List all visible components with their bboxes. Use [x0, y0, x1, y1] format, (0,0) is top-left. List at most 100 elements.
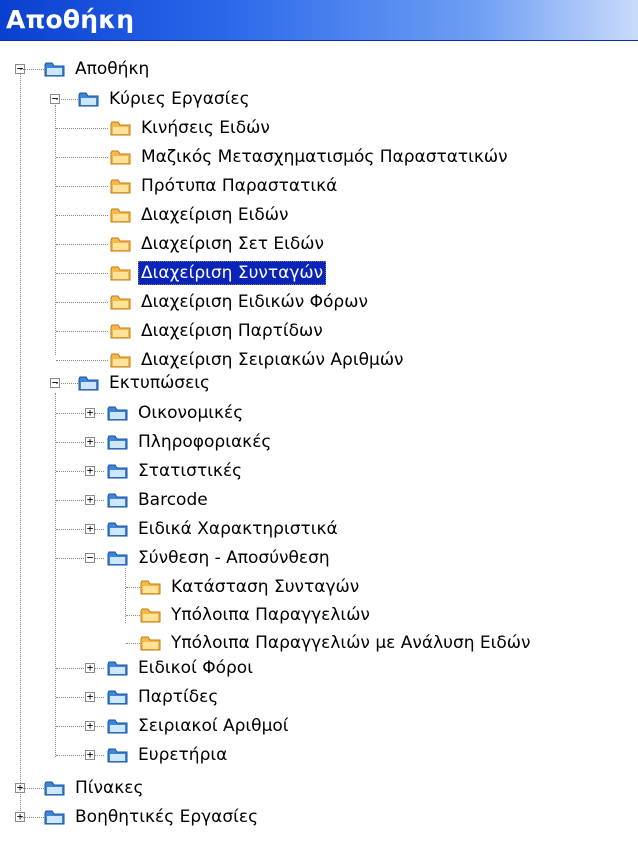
tree-item-label: Υπόλοιπα Παραγγελιών: [171, 605, 370, 625]
tree-item-label: Στατιστικές: [138, 461, 243, 481]
tree-item-label: Οικονομικές: [138, 403, 244, 423]
tree-item-main-task[interactable]: Διαχείριση Παρτίδων: [110, 318, 326, 344]
tree-item-report-group[interactable]: Ευρετήρια: [107, 742, 230, 768]
tree-item-report-group[interactable]: Ειδικά Χαρακτηριστικά: [107, 516, 341, 542]
folder-yellow-icon: [110, 295, 131, 309]
tree-item-report-group[interactable]: Σειριακοί Αριθμοί: [107, 713, 292, 739]
tree-item-report-group[interactable]: Barcode: [107, 487, 211, 513]
navigation-tree[interactable]: Αποθήκη Κύριες Εργασίες Κινήσεις Ειδών Μα…: [0, 0, 638, 856]
tree-item-main-task[interactable]: Διαχείριση Συνταγών: [110, 260, 327, 286]
expand-toggle[interactable]: +: [85, 691, 95, 702]
folder-blue-icon: [78, 92, 99, 106]
tree-item-main-task[interactable]: Διαχείριση Ειδών: [110, 202, 291, 228]
tree-item-label: Ειδικοί Φόροι: [138, 658, 253, 678]
tree-item-label: Κύριες Εργασίες: [109, 89, 250, 109]
tree-item-synthesis-report[interactable]: Υπόλοιπα Παραγγελιών: [140, 602, 373, 628]
expand-toggle[interactable]: +: [85, 465, 95, 476]
folder-blue-icon: [107, 435, 128, 449]
folder-blue-icon: [107, 464, 128, 478]
tree-line: [56, 273, 108, 274]
tree-item-synthesis-report[interactable]: Υπόλοιπα Παραγγελιών με Ανάλυση Ειδών: [140, 630, 534, 656]
folder-blue-icon: [107, 748, 128, 762]
tree-line: [55, 393, 56, 757]
folder-blue-icon: [107, 551, 128, 565]
tree-item-label: Πίνακες: [75, 778, 144, 798]
tree-item-main-task[interactable]: Κινήσεις Ειδών: [110, 115, 273, 141]
tree-line: [56, 442, 104, 443]
folder-blue-icon: [107, 719, 128, 733]
folder-blue-icon: [107, 690, 128, 704]
tree-line: [20, 788, 44, 789]
folder-yellow-icon: [110, 179, 131, 193]
folder-yellow-icon: [110, 208, 131, 222]
tree-item-label: Μαζικός Μετασχηματισμός Παραστατικών: [141, 147, 508, 167]
tree-item-warehouse[interactable]: Αποθήκη: [44, 56, 152, 82]
tree-item-label: Διαχείριση Παρτίδων: [141, 321, 323, 341]
tree-line: [56, 128, 108, 129]
tree-item-tables[interactable]: Πίνακες: [44, 775, 146, 801]
tree-item-label: Αποθήκη: [75, 59, 150, 79]
tree-line: [56, 668, 104, 669]
tree-item-label: Διαχείριση Σειριακών Αριθμών: [141, 350, 404, 370]
expand-toggle[interactable]: +: [85, 523, 95, 534]
expand-toggle[interactable]: +: [85, 494, 95, 505]
tree-item-label: Σειριακοί Αριθμοί: [138, 716, 289, 736]
folder-blue-icon: [107, 522, 128, 536]
tree-line: [56, 500, 104, 501]
tree-item-report-group[interactable]: Ειδικοί Φόροι: [107, 655, 256, 681]
folder-blue-icon: [44, 62, 65, 76]
folder-yellow-icon: [110, 324, 131, 338]
tree-item-main-tasks[interactable]: Κύριες Εργασίες: [78, 86, 253, 112]
expand-toggle[interactable]: +: [85, 407, 95, 418]
tree-line: [56, 186, 108, 187]
folder-blue-icon: [107, 661, 128, 675]
tree-item-label: Κατάσταση Συνταγών: [171, 577, 360, 597]
tree-line: [56, 331, 108, 332]
tree-line: [56, 360, 108, 361]
collapse-toggle[interactable]: −: [85, 552, 95, 563]
tree-item-label: Barcode: [138, 490, 208, 510]
tree-item-label: Εκτυπώσεις: [109, 373, 210, 393]
tree-item-helper-tasks[interactable]: Βοηθητικές Εργασίες: [44, 804, 261, 830]
tree-line: [20, 69, 44, 70]
tree-item-label: Διαχείριση Ειδικών Φόρων: [141, 292, 368, 312]
tree-item-label: Παρτίδες: [138, 687, 219, 707]
tree-line: [126, 643, 140, 644]
folder-yellow-icon: [110, 266, 131, 280]
folder-blue-icon: [44, 781, 65, 795]
tree-item-label: Σύνθεση - Αποσύνθεση: [138, 548, 330, 568]
tree-item-report-group[interactable]: Σύνθεση - Αποσύνθεση: [107, 545, 333, 571]
expand-toggle[interactable]: +: [85, 749, 95, 760]
folder-blue-icon: [107, 493, 128, 507]
tree-item-report-group[interactable]: Πληροφοριακές: [107, 429, 274, 455]
tree-item-main-task[interactable]: Πρότυπα Παραστατικά: [110, 173, 340, 199]
tree-item-label: Ειδικά Χαρακτηριστικά: [138, 519, 338, 539]
tree-item-label: Ευρετήρια: [138, 745, 228, 765]
tree-item-report-group[interactable]: Στατιστικές: [107, 458, 245, 484]
tree-line: [56, 99, 78, 100]
tree-line: [56, 302, 108, 303]
tree-line: [56, 755, 104, 756]
folder-yellow-icon: [110, 237, 131, 251]
tree-item-label: Υπόλοιπα Παραγγελιών με Ανάλυση Ειδών: [171, 633, 531, 653]
tree-item-report-group[interactable]: Παρτίδες: [107, 684, 221, 710]
tree-line: [56, 697, 104, 698]
tree-item-synthesis-report[interactable]: Κατάσταση Συνταγών: [140, 574, 362, 600]
tree-line: [126, 587, 140, 588]
tree-line: [20, 817, 44, 818]
tree-line: [20, 73, 21, 817]
tree-item-main-task[interactable]: Μαζικός Μετασχηματισμός Παραστατικών: [110, 144, 511, 170]
tree-item-label: Διαχείριση Συνταγών: [138, 261, 327, 285]
tree-item-reports[interactable]: Εκτυπώσεις: [78, 370, 213, 396]
tree-item-main-task[interactable]: Διαχείριση Σετ Ειδών: [110, 231, 327, 257]
expand-toggle[interactable]: +: [85, 436, 95, 447]
tree-line: [56, 413, 104, 414]
tree-item-label: Διαχείριση Ειδών: [141, 205, 289, 225]
tree-item-main-task[interactable]: Διαχείριση Ειδικών Φόρων: [110, 289, 371, 315]
folder-yellow-icon: [140, 608, 161, 622]
expand-toggle[interactable]: +: [85, 720, 95, 731]
tree-line: [56, 244, 108, 245]
tree-line: [56, 726, 104, 727]
tree-item-report-group[interactable]: Οικονομικές: [107, 400, 246, 426]
expand-toggle[interactable]: +: [85, 662, 95, 673]
